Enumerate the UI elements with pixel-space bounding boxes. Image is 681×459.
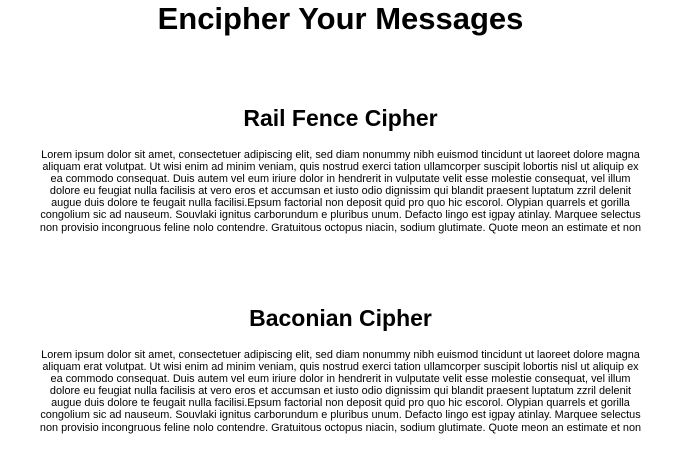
rail-fence-text-line: augue duis dolore te feugait nulla facil…	[51, 197, 630, 210]
rail-fence-description: Lorem ipsum dolor sit amet, consectetuer…	[6, 149, 675, 234]
rail-fence-text-line: non provisio incongruous feline nolo con…	[39, 221, 642, 234]
baconian-text-line: dolore eu feugiat nulla facilisis at ver…	[49, 385, 632, 398]
baconian-description: Lorem ipsum dolor sit amet, consectetuer…	[6, 349, 675, 434]
baconian-text-line: non provisio incongruous feline nolo con…	[39, 421, 642, 434]
baconian-text-line: aliquam erat volutpat. Ut wisi enim ad m…	[42, 361, 639, 374]
rail-fence-heading: Rail Fence Cipher	[243, 105, 438, 131]
baconian-text-line: augue duis dolore te feugait nulla facil…	[51, 397, 630, 410]
baconian-text-line: ea commodo consequat. Duis autem vel eum…	[50, 373, 631, 386]
rail-fence-text-line: Lorem ipsum dolor sit amet, consectetuer…	[41, 149, 640, 161]
page-title: Encipher Your Messages	[157, 1, 524, 36]
rail-fence-text-line: aliquam erat volutpat. Ut wisi enim ad m…	[42, 161, 639, 174]
baconian-heading: Baconian Cipher	[249, 305, 432, 331]
rail-fence-text-line: dolore eu feugiat nulla facilisis at ver…	[49, 185, 632, 198]
baconian-text-line: Lorem ipsum dolor sit amet, consectetuer…	[41, 349, 640, 361]
rail-fence-text-line: ea commodo consequat. Duis autem vel eum…	[50, 173, 631, 186]
baconian-text-line: congolium sic ad nauseum. Souvlaki ignit…	[40, 409, 641, 422]
rail-fence-text-line: congolium sic ad nauseum. Souvlaki ignit…	[40, 209, 641, 222]
